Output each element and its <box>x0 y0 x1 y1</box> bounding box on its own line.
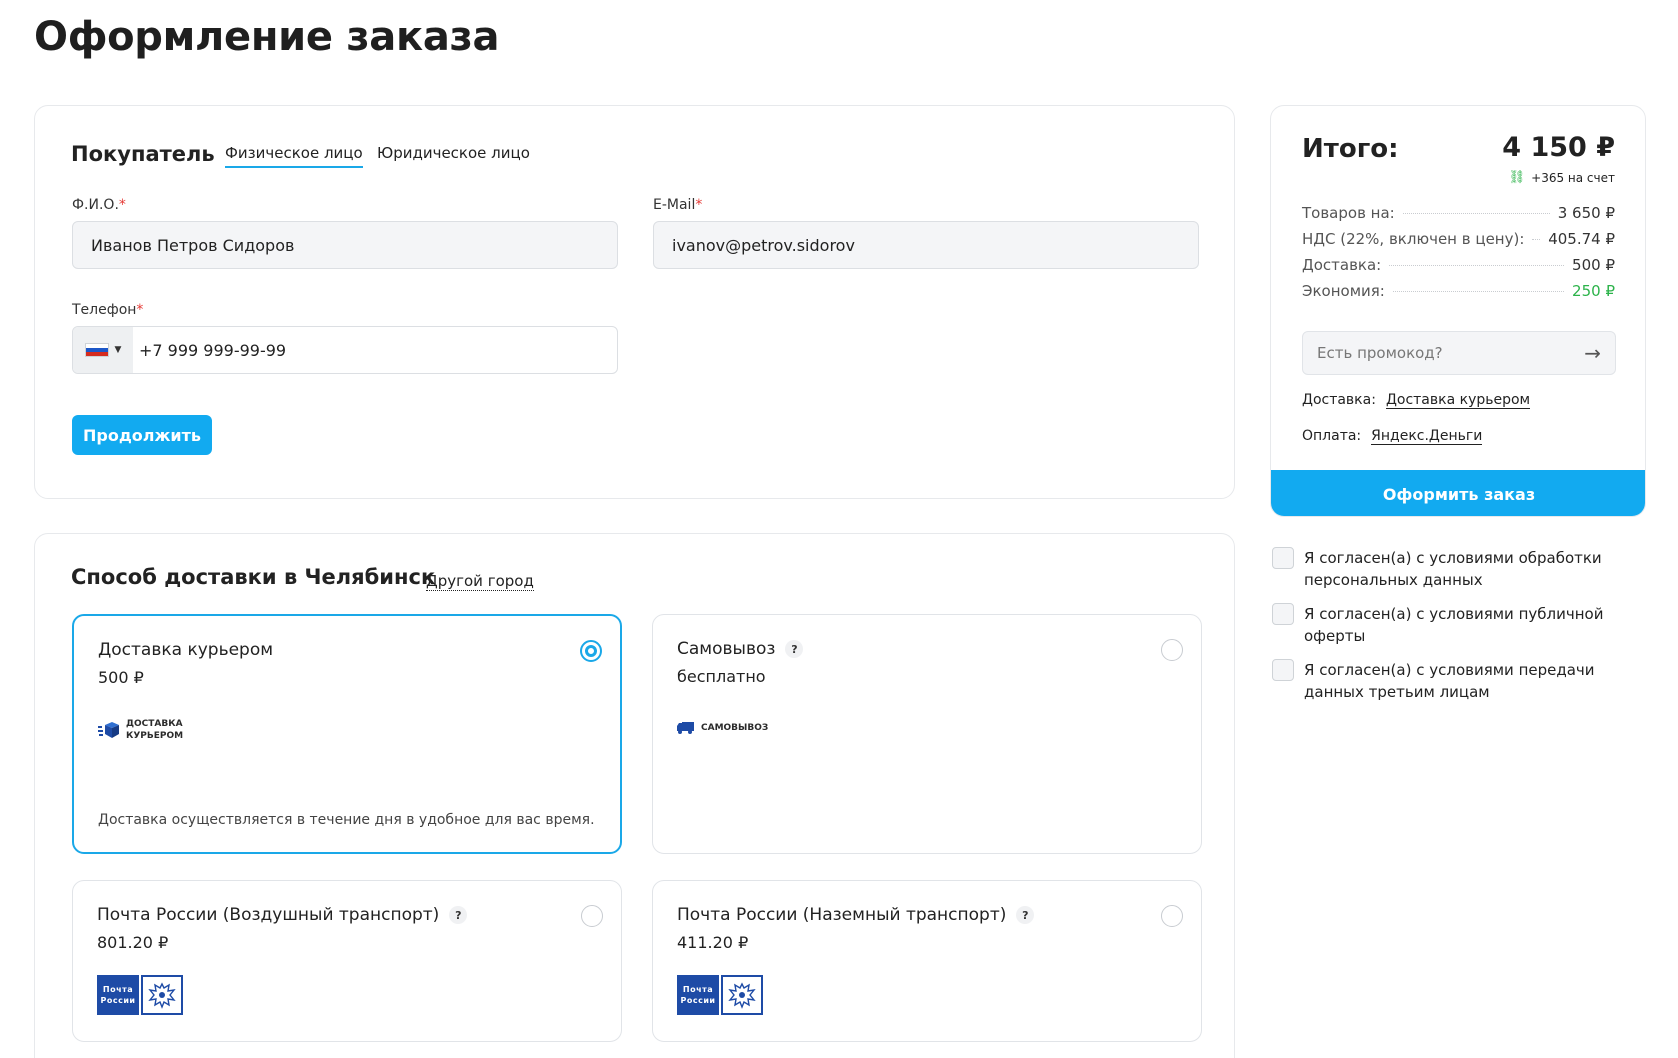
order-summary: Итого: 4 150 ₽ ⛓ +365 на счет Товаров на… <box>1270 105 1646 517</box>
russia-flag-icon <box>84 343 109 357</box>
bonus-info: ⛓ +365 на счет <box>1509 170 1615 185</box>
country-selector[interactable]: ▼ <box>73 327 133 373</box>
summary-row-savings: Экономия: 250 ₽ <box>1302 282 1615 300</box>
russian-post-logo: Почта России <box>97 975 183 1015</box>
other-city-link[interactable]: Другой город <box>426 572 534 591</box>
arrow-right-icon[interactable]: → <box>1584 341 1601 365</box>
delivery-option-courier[interactable]: Доставка курьером 500 ₽ Доставка курьером… <box>72 614 622 854</box>
fio-value: Иванов Петров Сидоров <box>91 235 295 255</box>
logo-line-2: курьером <box>126 731 184 741</box>
fio-label: Ф.И.О.* <box>72 197 126 213</box>
help-icon[interactable]: ? <box>1016 906 1035 924</box>
agreement-label: Я согласен(а) с условиями обработки перс… <box>1304 549 1602 589</box>
summary-row-goods: Товаров на: 3 650 ₽ <box>1302 204 1615 222</box>
logo-line-1: Почта <box>682 985 714 994</box>
delivery-title: Способ доставки в Челябинск <box>71 565 436 589</box>
email-label: E-Mail* <box>653 197 703 213</box>
checkbox[interactable] <box>1272 603 1294 625</box>
phone-value: +7 999 999-99-99 <box>139 340 287 360</box>
logo-line-2: России <box>100 996 136 1005</box>
option-title: Самовывоз? <box>677 639 804 659</box>
agreement-label: Я согласен(а) с условиями передачи данны… <box>1304 661 1595 701</box>
promo-placeholder: Есть промокод? <box>1317 344 1443 362</box>
summary-row-delivery: Доставка: 500 ₽ <box>1302 256 1615 274</box>
delivery-card: Способ доставки в Челябинск Другой город… <box>34 533 1235 1058</box>
pickup-logo: Самовывоз <box>677 721 768 735</box>
summary-title: Итого: <box>1302 134 1399 164</box>
agreement-third-parties[interactable]: Я согласен(а) с условиями передачи данны… <box>1272 659 1652 703</box>
continue-button[interactable]: Продолжить <box>72 415 212 455</box>
delivery-method-link[interactable]: Доставка курьером <box>1385 392 1531 409</box>
logo-line-1: Доставка <box>126 719 183 729</box>
logo-line-2: России <box>680 996 716 1005</box>
phone-label: Телефон* <box>72 302 144 318</box>
option-price: бесплатно <box>677 667 766 686</box>
chevron-down-icon: ▼ <box>114 345 122 355</box>
agreement-label: Я согласен(а) с условиями публичной офер… <box>1304 605 1604 645</box>
fio-field[interactable]: Иванов Петров Сидоров <box>72 221 618 269</box>
agreement-public-offer[interactable]: Я согласен(а) с условиями публичной офер… <box>1272 603 1652 647</box>
summary-total: 4 150 ₽ <box>1502 132 1615 163</box>
courier-logo: Доставка курьером <box>98 718 183 742</box>
checkbox[interactable] <box>1272 659 1294 681</box>
eagle-icon <box>141 975 183 1015</box>
truck-icon <box>677 722 694 734</box>
buyer-title: Покупатель <box>71 142 215 166</box>
logo-line-1: Самовывоз <box>701 723 769 733</box>
option-title: Почта России (Воздушный транспорт)? <box>97 905 468 925</box>
help-icon[interactable]: ? <box>449 906 468 924</box>
logo-line-1: Почта <box>102 985 134 994</box>
tab-individual[interactable]: Физическое лицо <box>225 144 363 168</box>
link-icon: ⛓ <box>1508 170 1526 185</box>
tab-legal-entity[interactable]: Юридическое лицо <box>377 144 530 166</box>
delivery-option-post-ground[interactable]: Почта России (Наземный транспорт)? 411.2… <box>652 880 1202 1042</box>
bonus-text: +365 на счет <box>1531 170 1615 185</box>
option-title: Доставка курьером <box>98 640 274 660</box>
delivery-option-post-air[interactable]: Почта России (Воздушный транспорт)? 801.… <box>72 880 622 1042</box>
option-price: 411.20 ₽ <box>677 933 749 952</box>
payment-method-label: Оплата: <box>1302 428 1362 444</box>
box-icon <box>98 722 119 738</box>
option-description: Доставка осуществляется в течение дня в … <box>98 812 595 828</box>
page-title: Оформление заказа <box>34 14 500 60</box>
summary-row-vat: НДС (22%, включен в цену): 405.74 ₽ <box>1302 230 1615 248</box>
radio-selected[interactable] <box>580 640 602 662</box>
summary-delivery-method: Доставка: Доставка курьером <box>1302 392 1531 409</box>
agreement-personal-data[interactable]: Я согласен(а) с условиями обработки перс… <box>1272 547 1652 591</box>
delivery-option-pickup[interactable]: Самовывоз? бесплатно Самовывоз <box>652 614 1202 854</box>
email-field[interactable]: ivanov@petrov.sidorov <box>653 221 1199 269</box>
delivery-method-label: Доставка: <box>1302 392 1376 408</box>
russian-post-logo: Почта России <box>677 975 763 1015</box>
help-icon[interactable]: ? <box>785 640 804 658</box>
option-price: 801.20 ₽ <box>97 933 169 952</box>
payment-method-link[interactable]: Яндекс.Деньги <box>1371 428 1483 445</box>
email-value: ivanov@petrov.sidorov <box>672 235 855 255</box>
summary-payment-method: Оплата: Яндекс.Деньги <box>1302 428 1483 445</box>
radio-unselected[interactable] <box>1161 905 1183 927</box>
checkbox[interactable] <box>1272 547 1294 569</box>
buyer-card: Покупатель Физическое лицо Юридическое л… <box>34 105 1235 499</box>
option-price: 500 ₽ <box>98 668 144 687</box>
radio-unselected[interactable] <box>581 905 603 927</box>
place-order-button[interactable]: Оформить заказ <box>1271 470 1645 516</box>
eagle-icon <box>721 975 763 1015</box>
option-title: Почта России (Наземный транспорт)? <box>677 905 1035 925</box>
promo-code-input[interactable]: Есть промокод? → <box>1302 331 1616 375</box>
phone-field[interactable]: ▼ +7 999 999-99-99 <box>72 326 618 374</box>
radio-unselected[interactable] <box>1161 639 1183 661</box>
